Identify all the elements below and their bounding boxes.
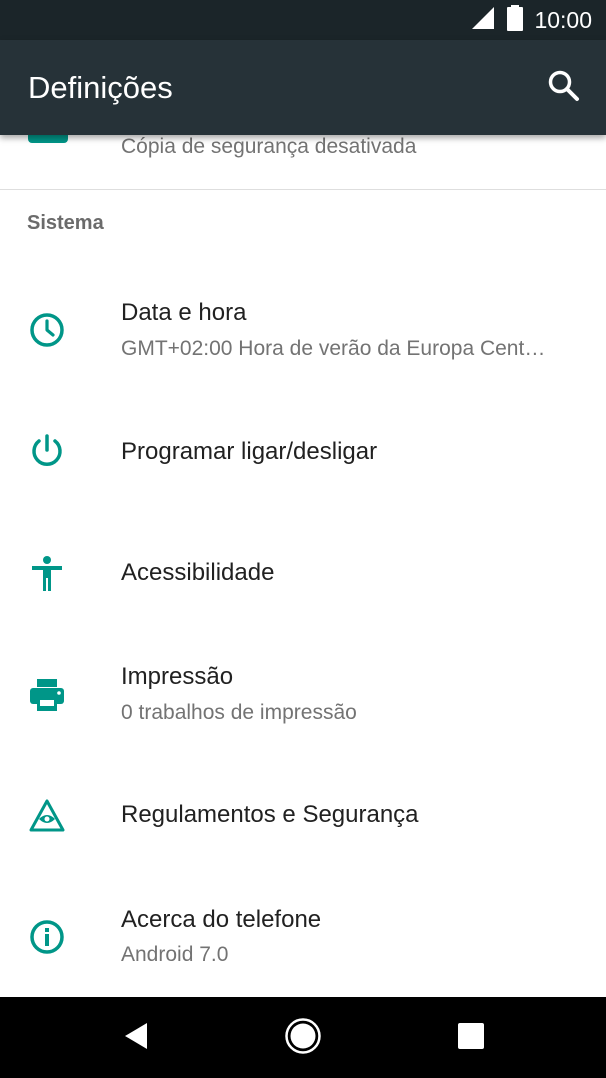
item-subtitle: Android 7.0: [121, 943, 229, 966]
battery-icon: [506, 4, 524, 37]
navigation-bar: [0, 997, 606, 1078]
item-title: Data e hora: [121, 299, 247, 326]
settings-item-accessibility[interactable]: Acessibilidade: [0, 513, 606, 633]
settings-item-about-phone[interactable]: Acerca do telefone Android 7.0: [0, 875, 606, 995]
status-icons: 10:00: [470, 0, 592, 40]
back-button[interactable]: [115, 1017, 157, 1059]
recents-button[interactable]: [450, 1017, 492, 1059]
settings-item-date-time[interactable]: Data e hora GMT+02:00 Hora de verão da E…: [0, 269, 606, 389]
section-header-sistema: Sistema: [27, 212, 104, 234]
backup-subtitle: Cópia de segurança desativada: [121, 135, 417, 158]
app-bar: Definições: [0, 40, 606, 135]
item-title: Regulamentos e Segurança: [121, 801, 419, 828]
divider: [0, 189, 606, 190]
item-title: Acerca do telefone: [121, 906, 322, 933]
item-title: Impressão: [121, 663, 234, 690]
regulatory-icon: [27, 796, 67, 836]
clock-icon: [27, 310, 67, 350]
power-icon: [27, 431, 67, 471]
settings-list: Cópia de segurança desativada Sistema Da…: [0, 135, 606, 997]
backup-icon: [28, 135, 68, 143]
cell-signal-icon: [470, 5, 496, 36]
search-button[interactable]: [544, 68, 584, 108]
printer-icon: [27, 675, 67, 715]
info-icon: [27, 917, 67, 957]
settings-item-scheduled-power[interactable]: Programar ligar/desligar: [0, 393, 606, 513]
backup-settings-item[interactable]: Cópia de segurança desativada: [0, 135, 606, 189]
item-subtitle: 0 trabalhos de impressão: [121, 701, 357, 724]
home-icon: [283, 1016, 323, 1061]
settings-item-regulatory[interactable]: Regulamentos e Segurança: [0, 755, 606, 875]
settings-item-printing[interactable]: Impressão 0 trabalhos de impressão: [0, 633, 606, 753]
back-icon: [121, 1021, 151, 1056]
recents-icon: [457, 1022, 485, 1055]
home-button[interactable]: [282, 1017, 324, 1059]
search-icon: [547, 69, 581, 108]
status-time: 10:00: [534, 6, 592, 33]
status-bar: 10:00: [0, 0, 606, 40]
page-title: Definições: [28, 70, 173, 105]
item-subtitle: GMT+02:00 Hora de verão da Europa Cent…: [121, 337, 546, 360]
accessibility-icon: [27, 554, 67, 594]
item-title: Programar ligar/desligar: [121, 438, 378, 465]
item-title: Acessibilidade: [121, 559, 275, 586]
